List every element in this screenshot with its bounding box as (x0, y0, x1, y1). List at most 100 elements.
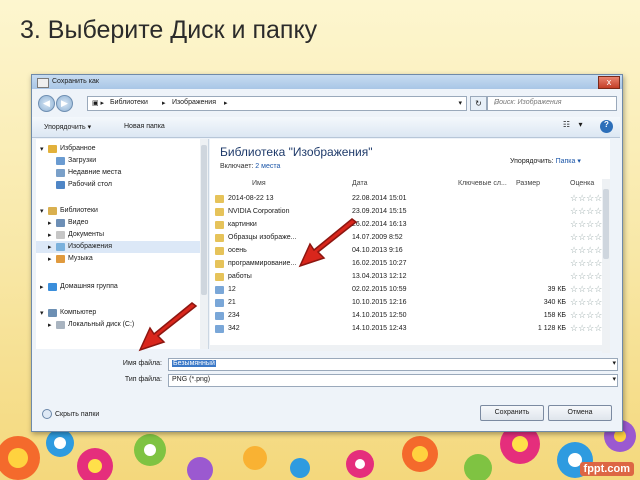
recent-places-icon (56, 169, 65, 177)
nav-music[interactable]: ▸ Музыка (36, 253, 208, 265)
file-date: 26.02.2014 16:13 (352, 221, 407, 228)
forward-button[interactable]: ▶ (56, 95, 73, 112)
nav-pictures[interactable]: ▸ Изображения (36, 241, 208, 253)
filetype-select[interactable]: PNG (*.png) ▾ (168, 374, 618, 387)
col-rating[interactable]: Оценка (570, 180, 594, 187)
window-icon (37, 78, 49, 88)
cancel-button[interactable]: Отмена (548, 405, 612, 421)
chevron-right-icon: ▸ (224, 100, 228, 107)
red-arrow-folders (298, 218, 358, 268)
nav-desktop[interactable]: Рабочий стол (36, 179, 208, 191)
chevron-down-icon[interactable]: ▾ (574, 120, 587, 133)
chevron-up-icon (42, 409, 52, 419)
refresh-button[interactable]: ↻ (470, 96, 487, 111)
file-row[interactable]: 21 10.10.2015 12:16 340 КБ ☆☆☆☆☆ (210, 297, 610, 310)
file-date: 10.10.2015 12:16 (352, 299, 407, 306)
nav-label: Избранное (60, 145, 96, 152)
col-date[interactable]: Дата (352, 180, 368, 187)
address-bar-row: ◀ ▶ ▣ ▸ Библиотеки ▸ Изображения ▸ ▾ ↻ П… (32, 91, 620, 115)
folder-row[interactable]: картинки 26.02.2014 16:13 ☆☆☆☆☆ (210, 219, 610, 232)
image-file-icon (215, 286, 224, 294)
pictures-icon (56, 243, 65, 251)
dialog-title: Сохранить как (52, 78, 99, 85)
search-input[interactable]: Поиск: Изображения ⌕ (487, 96, 617, 111)
scroll-thumb[interactable] (201, 145, 207, 295)
image-file-icon (215, 325, 224, 333)
view-options-icon[interactable]: ☷ (560, 120, 573, 133)
file-date: 13.04.2013 12:12 (352, 273, 407, 280)
search-icon: ⌕ (494, 98, 499, 107)
library-title: Библиотека "Изображения" (220, 145, 373, 159)
folder-row[interactable]: осень 04.10.2013 9:16 ☆☆☆☆☆ (210, 245, 610, 258)
file-size: 39 КБ (547, 286, 566, 293)
folder-icon (215, 247, 224, 255)
nav-libraries[interactable]: ▾ Библиотеки (36, 205, 208, 217)
filename-input[interactable]: Безымянный ▾ (168, 358, 618, 371)
filename-label: Имя файла: (122, 360, 162, 367)
col-keywords[interactable]: Ключевые сл... (458, 180, 507, 187)
nav-label: Изображения (68, 243, 112, 250)
file-size: 340 КБ (543, 299, 566, 306)
breadcrumb-libraries[interactable]: Библиотеки (110, 99, 148, 106)
places-link[interactable]: 2 места (255, 163, 280, 170)
folder-icon (215, 234, 224, 242)
nav-label: Недавние места (68, 169, 122, 176)
save-button[interactable]: Сохранить (480, 405, 544, 421)
documents-icon (56, 231, 65, 239)
title-bar: Сохранить как x (32, 75, 622, 89)
close-button[interactable]: x (598, 76, 620, 89)
col-name[interactable]: Имя (252, 180, 266, 187)
nav-label: Домашняя группа (60, 283, 118, 290)
address-bar[interactable]: ▣ ▸ Библиотеки ▸ Изображения ▸ ▾ (87, 96, 467, 111)
help-icon[interactable]: ? (600, 120, 613, 133)
new-folder-button[interactable]: Новая папка (124, 123, 165, 130)
folder-row[interactable]: программирование... 16.02.2015 10:27 ☆☆☆☆☆ (210, 258, 610, 271)
slide-title: 3. Выберите Диск и папку (20, 16, 318, 44)
hide-folders-toggle[interactable]: Скрыть папки (42, 409, 99, 419)
image-file-icon (215, 312, 224, 320)
file-size: 158 КБ (543, 312, 566, 319)
download-folder-icon (56, 157, 65, 165)
breadcrumb-pictures[interactable]: Изображения (172, 99, 216, 106)
file-row[interactable]: 342 14.10.2015 12:43 1 128 КБ ☆☆☆☆☆ (210, 323, 610, 336)
nav-scrollbar[interactable] (200, 139, 208, 349)
arrange-dropdown[interactable]: Папка ▾ (556, 158, 581, 165)
horizontal-scrollbar[interactable] (210, 345, 610, 351)
folder-icon (215, 260, 224, 268)
file-row[interactable]: 12 02.02.2015 10:59 39 КБ ☆☆☆☆☆ (210, 284, 610, 297)
file-list-scrollbar[interactable] (602, 179, 610, 353)
folder-icon (215, 273, 224, 281)
folder-row[interactable]: работы 13.04.2013 12:12 ☆☆☆☆☆ (210, 271, 610, 284)
file-list-pane: Библиотека "Изображения" Включает: 2 мес… (210, 139, 610, 351)
nav-label: Рабочий стол (68, 181, 112, 188)
back-button[interactable]: ◀ (38, 95, 55, 112)
library-folder-icon: ▣ ▸ (92, 100, 105, 107)
folder-row[interactable]: 2014-08-22 13 22.08.2014 15:01 ☆☆☆☆☆ (210, 193, 610, 206)
file-name: NVIDIA Corporation (228, 208, 290, 215)
nav-favorites[interactable]: ▾ Избранное (36, 143, 208, 155)
folder-row[interactable]: NVIDIA Corporation 23.09.2014 15:15 ☆☆☆☆☆ (210, 206, 610, 219)
file-row[interactable]: 234 14.10.2015 12:50 158 КБ ☆☆☆☆☆ (210, 310, 610, 323)
scroll-thumb[interactable] (603, 189, 609, 259)
folder-row[interactable]: Образцы изображе... 14.07.2009 8:52 ☆☆☆☆☆ (210, 232, 610, 245)
chevron-down-icon[interactable]: ▾ (612, 375, 616, 383)
file-name: 21 (228, 299, 236, 306)
file-date: 23.09.2014 15:15 (352, 208, 407, 215)
nav-homegroup[interactable]: ▸ Домашняя группа (36, 281, 208, 293)
library-includes: Включает: 2 места (220, 163, 281, 170)
nav-label: Видео (68, 219, 89, 226)
column-headers: Имя Дата Ключевые сл... Размер Оценка (210, 180, 610, 190)
file-name: работы (228, 273, 252, 280)
chevron-down-icon[interactable]: ▾ (458, 99, 462, 107)
organize-button[interactable]: Упорядочить ▾ (44, 123, 91, 131)
nav-video[interactable]: ▸ Видео (36, 217, 208, 229)
chevron-down-icon[interactable]: ▾ (612, 359, 616, 367)
filename-value: Безымянный (172, 360, 216, 367)
file-date: 14.10.2015 12:50 (352, 312, 407, 319)
nav-downloads[interactable]: Загрузки (36, 155, 208, 167)
nav-recent-places[interactable]: Недавние места (36, 167, 208, 179)
col-size[interactable]: Размер (516, 180, 540, 187)
nav-label: Документы (68, 231, 105, 238)
file-size: 1 128 КБ (537, 325, 566, 332)
nav-documents[interactable]: ▸ Документы (36, 229, 208, 241)
